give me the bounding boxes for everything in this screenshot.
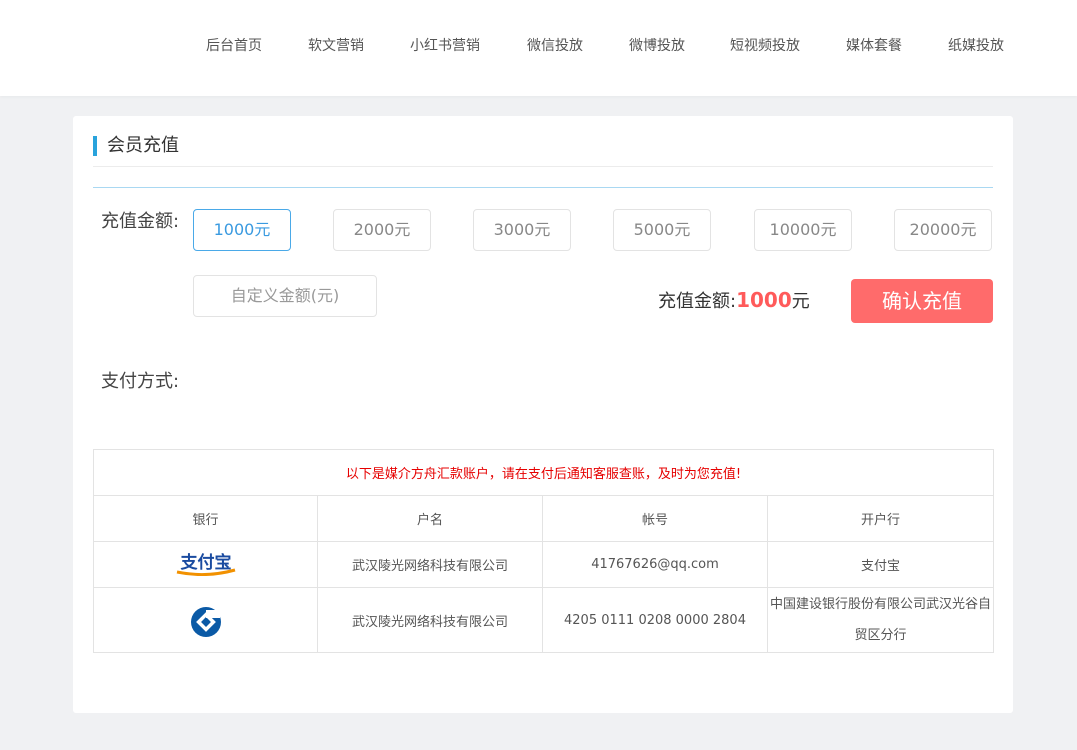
section-divider bbox=[93, 187, 993, 188]
branch-cell: 支付宝 bbox=[766, 541, 995, 588]
alipay-logo: 支付宝 bbox=[173, 550, 239, 580]
nav-item-soft-article[interactable]: 软文营销 bbox=[308, 36, 364, 56]
page-title: 会员充值 bbox=[107, 135, 179, 156]
bank-cell bbox=[93, 587, 318, 653]
confirm-recharge-button[interactable]: 确认充值 bbox=[851, 279, 993, 323]
header-account-number: 帐号 bbox=[542, 495, 768, 542]
nav-item-short-video[interactable]: 短视频投放 bbox=[730, 36, 800, 56]
amount-option-1000[interactable]: 1000元 bbox=[193, 209, 291, 251]
amount-option-20000[interactable]: 20000元 bbox=[894, 209, 992, 251]
account-number-cell: 41767626@qq.com bbox=[542, 541, 768, 588]
custom-amount-button[interactable]: 自定义金额(元) bbox=[193, 275, 377, 317]
nav-item-weibo[interactable]: 微博投放 bbox=[629, 36, 685, 56]
nav-item-print-media[interactable]: 纸媒投放 bbox=[948, 36, 1004, 56]
header-branch: 开户行 bbox=[766, 495, 995, 542]
amount-option-10000[interactable]: 10000元 bbox=[754, 209, 852, 251]
branch-cell: 中国建设银行股份有限公司武汉光谷自贸区分行 bbox=[766, 587, 995, 653]
title-accent-bar bbox=[93, 136, 97, 156]
payment-method-label: 支付方式: bbox=[101, 371, 180, 392]
nav-item-media-package[interactable]: 媒体套餐 bbox=[846, 36, 902, 56]
header-account-name: 户名 bbox=[317, 495, 543, 542]
svg-text:支付宝: 支付宝 bbox=[180, 552, 231, 573]
summary-amount: 1000 bbox=[736, 288, 792, 312]
account-name-cell: 武汉陵光网络科技有限公司 bbox=[317, 541, 543, 588]
amount-option-5000[interactable]: 5000元 bbox=[613, 209, 711, 251]
recharge-card: 会员充值 充值金额: 1000元 2000元 3000元 5000元 10000… bbox=[73, 116, 1013, 713]
summary-unit: 元 bbox=[791, 291, 810, 312]
recharge-summary: 充值金额:1000元 bbox=[658, 288, 810, 314]
top-header: 后台首页 软文营销 小红书营销 微信投放 微博投放 短视频投放 媒体套餐 纸媒投… bbox=[0, 0, 1077, 96]
account-number-cell: 4205 0111 0208 0000 2804 bbox=[542, 587, 768, 653]
nav-item-wechat[interactable]: 微信投放 bbox=[527, 36, 583, 56]
bank-cell: 支付宝 bbox=[93, 541, 318, 588]
amount-option-2000[interactable]: 2000元 bbox=[333, 209, 431, 251]
remittance-notice: 以下是媒介方舟汇款账户，请在支付后通知客服查账，及时为您充值! bbox=[92, 449, 995, 496]
amount-option-3000[interactable]: 3000元 bbox=[473, 209, 571, 251]
main-nav: 后台首页 软文营销 小红书营销 微信投放 微博投放 短视频投放 媒体套餐 纸媒投… bbox=[0, 36, 1077, 56]
ccb-logo bbox=[190, 606, 222, 642]
title-divider bbox=[93, 166, 993, 167]
remittance-accounts-table: 以下是媒介方舟汇款账户，请在支付后通知客服查账，及时为您充值! 银行 户名 帐号… bbox=[92, 449, 995, 653]
table-row: 武汉陵光网络科技有限公司 4205 0111 0208 0000 2804 中国… bbox=[93, 587, 995, 653]
header-bank: 银行 bbox=[93, 495, 318, 542]
nav-item-xiaohongshu[interactable]: 小红书营销 bbox=[410, 36, 480, 56]
summary-label: 充值金额: bbox=[658, 291, 737, 312]
nav-item-dashboard[interactable]: 后台首页 bbox=[206, 36, 262, 56]
table-row: 支付宝 武汉陵光网络科技有限公司 41767626@qq.com 支付宝 bbox=[93, 541, 995, 588]
amount-label: 充值金额: bbox=[101, 211, 180, 232]
account-name-cell: 武汉陵光网络科技有限公司 bbox=[317, 587, 543, 653]
